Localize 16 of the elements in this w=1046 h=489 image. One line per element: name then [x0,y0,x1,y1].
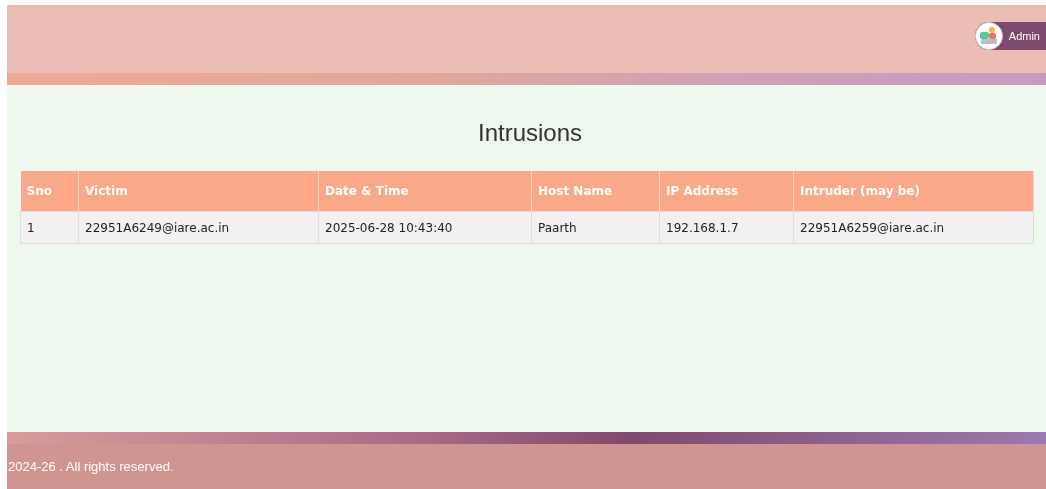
user-menu-button[interactable]: Admin [974,22,1046,50]
page-title: Intrusions [476,119,584,147]
table-cell: 22951A6259@iare.ac.in [793,211,1034,244]
column-header: Intruder (may be) [793,171,1034,212]
table-cell: 192.168.1.7 [659,211,794,244]
users-avatar-icon [974,22,1003,50]
column-header: Sno [20,171,79,212]
column-header: Date & Time [318,171,532,212]
table-cell: 1 [20,211,79,244]
table-cell: 2025-06-28 10:43:40 [318,211,532,244]
column-header: Host Name [531,171,660,212]
table-cell: Paarth [531,211,660,244]
column-header: Victim [78,171,319,212]
copyright-text: 2024-26 . All rights reserved. [8,459,174,474]
column-header: IP Address [659,171,794,212]
table-cell: 22951A6249@iare.ac.in [78,211,319,244]
